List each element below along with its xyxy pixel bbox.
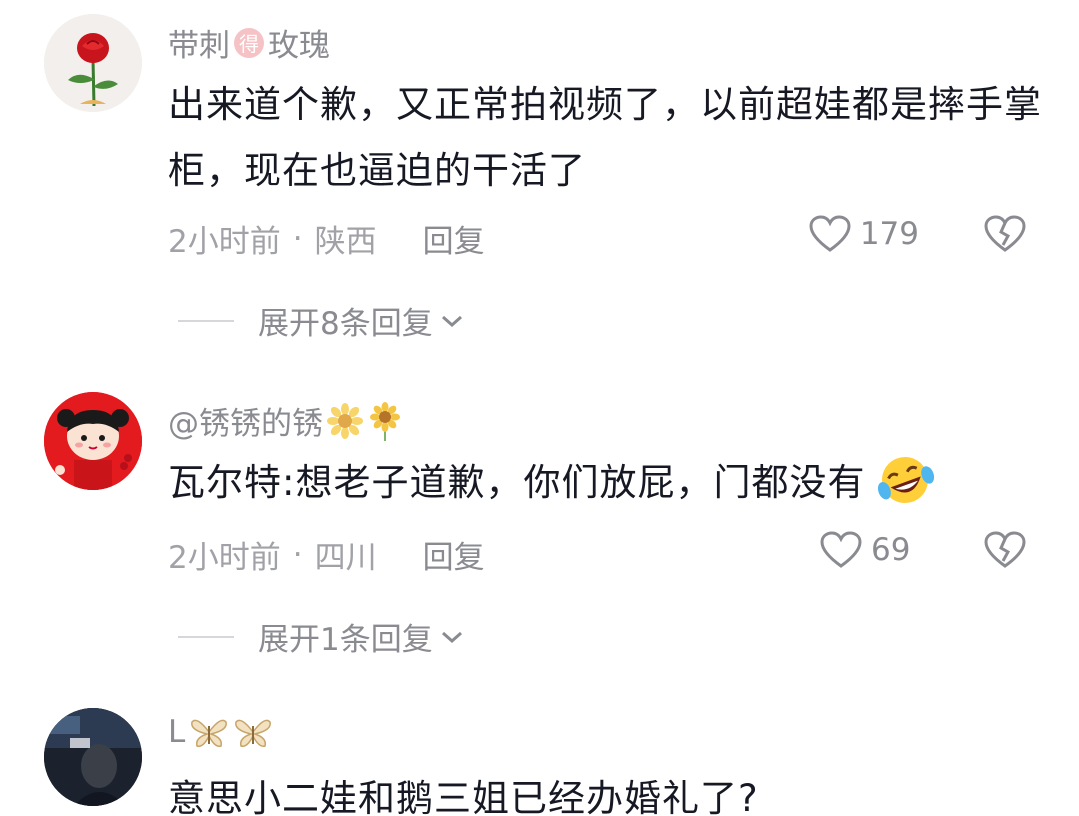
- username-part: 玫瑰: [268, 28, 330, 64]
- heart-icon: [809, 215, 851, 252]
- username-text: L: [168, 714, 186, 750]
- username-part: 带刺: [168, 28, 230, 64]
- dislike-button[interactable]: [983, 530, 1027, 574]
- comment-text: 意思小二娃和鹅三姐已经办婚礼了?: [168, 777, 759, 816]
- comment-meta: 2小时前 · 四川 回复: [168, 532, 485, 577]
- chevron-down-icon: [441, 315, 462, 327]
- broken-heart-icon: [984, 531, 1026, 568]
- butterfly-icon: [235, 719, 272, 748]
- comment-text: 出来道个歉，又正常拍视频了，以前超娃都是摔手掌柜，现在也逼迫的干活了: [168, 83, 1042, 192]
- like-button[interactable]: 179: [808, 214, 919, 254]
- rose-avatar: [44, 14, 142, 112]
- broken-heart-icon: [984, 215, 1026, 252]
- chevron-down-icon: [441, 631, 462, 643]
- butterfly-icon: [191, 719, 228, 748]
- dark-photo-avatar: [44, 708, 142, 806]
- reply-button[interactable]: 回复: [423, 532, 485, 577]
- user-avatar[interactable]: [44, 14, 142, 112]
- laughing-tears-emoji: [878, 456, 935, 503]
- divider-line: [178, 319, 234, 322]
- username-badge: 得: [234, 27, 264, 58]
- comment-time: 2小时前: [168, 224, 281, 260]
- sunflower-icon: [327, 402, 363, 439]
- comment-username[interactable]: 带刺 得 玫瑰: [168, 20, 330, 65]
- sunflower-icon: [370, 401, 400, 441]
- username-text: @锈锈的锈: [168, 406, 323, 442]
- comment-text-body: 瓦尔特:想老子道歉，你们放屁，门都没有: [168, 461, 866, 504]
- comment-time: 2小时前: [168, 540, 281, 576]
- expand-replies-button[interactable]: 展开8条回复: [178, 298, 465, 343]
- like-count: 179: [859, 216, 919, 252]
- user-avatar[interactable]: [44, 392, 142, 490]
- reply-button[interactable]: 回复: [423, 216, 485, 261]
- comment-username[interactable]: L: [168, 714, 273, 750]
- comment-meta: 2小时前 · 陕西 回复: [168, 216, 485, 261]
- comment-username[interactable]: @锈锈的锈: [168, 398, 403, 443]
- comment-location: 陕西: [314, 224, 377, 260]
- comment-location: 四川: [314, 540, 377, 576]
- girl-avatar: [44, 392, 142, 490]
- expand-replies-button[interactable]: 展开1条回复: [178, 614, 465, 659]
- expand-replies-label: 展开8条回复: [258, 306, 433, 342]
- like-button[interactable]: 69: [819, 530, 919, 570]
- user-avatar[interactable]: [44, 708, 142, 806]
- meta-separator: ·: [292, 536, 303, 573]
- expand-replies-label: 展开1条回复: [258, 622, 433, 658]
- heart-icon: [820, 531, 862, 568]
- meta-separator: ·: [292, 220, 303, 257]
- divider-line: [178, 635, 234, 638]
- dislike-button[interactable]: [983, 214, 1027, 258]
- comment-text: 瓦尔特:想老子道歉，你们放屁，门都没有: [168, 450, 1048, 516]
- like-count: 69: [871, 532, 911, 568]
